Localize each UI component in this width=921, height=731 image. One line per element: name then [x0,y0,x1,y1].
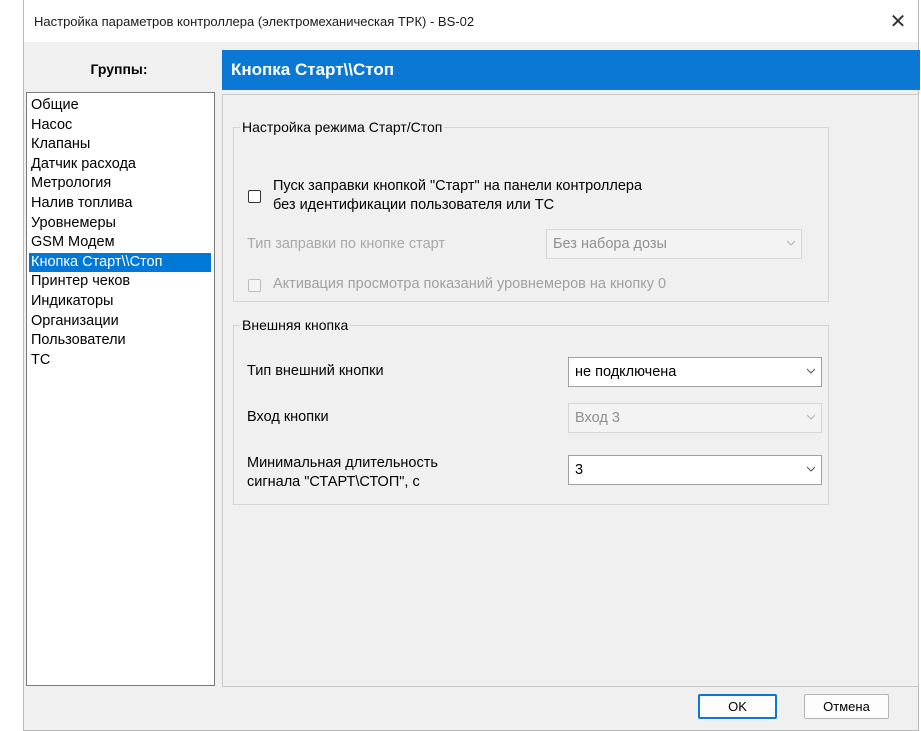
external-button-legend: Внешняя кнопка [242,317,349,333]
start-without-id-label: Пуск заправки кнопкой "Старт" на панели … [273,177,642,215]
button-input-label: Вход кнопки [247,409,329,425]
start-stop-mode-legend: Настройка режима Старт/Стоп [242,119,443,135]
fueling-type-value: Без набора дозы [553,236,667,252]
chevron-down-icon [807,466,815,472]
group-item-start-stop-button[interactable]: Кнопка Старт\\Стоп [29,252,211,273]
start-without-id-label-line1: Пуск заправки кнопкой "Старт" на панели … [273,178,643,194]
window-title: Настройка параметров контроллера (электр… [34,14,475,29]
group-item-general[interactable]: Общие [29,96,214,116]
group-item-pump[interactable]: Насос [29,116,214,136]
start-stop-mode-group: Настройка режима Старт/Стоп Пуск заправк… [233,119,829,302]
group-item-receipt-printer[interactable]: Принтер чеков [29,272,214,292]
button-type-label: Тип внешний кнопки [247,363,384,379]
min-duration-value: 3 [575,462,584,478]
group-item-valves[interactable]: Клапаны [29,135,214,155]
level-view-activation-label: Активация просмотра показаний уровнемеро… [273,276,667,292]
group-item-indicators[interactable]: Индикаторы [29,292,214,312]
chevron-down-icon [787,240,795,246]
button-type-select[interactable]: не подключена [568,357,822,387]
fueling-type-select[interactable]: Без набора дозы [546,229,802,259]
start-without-id-label-line2: без идентификации пользователя или ТС [273,197,555,213]
content-panel: Настройка режима Старт/Стоп Пуск заправк… [222,94,919,687]
min-duration-select[interactable]: 3 [568,455,822,485]
settings-dialog: Настройка параметров контроллера (электр… [23,0,920,731]
group-item-gsm-modem[interactable]: GSM Модем [29,233,214,253]
external-button-group: Внешняя кнопка Тип внешний кнопки не под… [233,317,829,505]
ok-button[interactable]: OK [698,694,777,719]
min-duration-label: Минимальная длительность сигнала "СТАРТ\… [247,454,438,492]
group-item-vehicles[interactable]: ТС [29,351,214,371]
chevron-down-icon [807,368,815,374]
groups-list[interactable]: Общие Насос Клапаны Датчик расхода Метро… [26,92,215,686]
min-duration-label-line2: сигнала "СТАРТ\СТОП", с [247,474,420,490]
close-icon: ✕ [889,10,907,33]
button-input-value: Вход 3 [575,410,620,426]
cancel-button[interactable]: Отмена [804,694,889,719]
groups-header: Группы: [90,60,148,77]
button-input-select[interactable]: Вход 3 [568,403,822,433]
fueling-type-label: Тип заправки по кнопке старт [247,236,446,252]
section-title: Кнопка Старт\\Стоп [222,50,920,90]
button-type-value: не подключена [575,364,677,380]
title-bar: Настройка параметров контроллера (электр… [24,0,918,42]
close-button[interactable]: ✕ [878,0,918,42]
group-item-organizations[interactable]: Организации [29,312,214,332]
start-without-id-checkbox[interactable] [248,190,261,203]
min-duration-label-line1: Минимальная длительность [247,455,438,471]
group-item-fuel-filling[interactable]: Налив топлива [29,194,214,214]
chevron-down-icon [807,414,815,420]
group-item-users[interactable]: Пользователи [29,331,214,351]
group-item-level-gauges[interactable]: Уровнемеры [29,214,214,234]
group-item-flow-sensor[interactable]: Датчик расхода [29,155,214,175]
group-item-metrology[interactable]: Метрология [29,174,214,194]
level-view-activation-checkbox[interactable] [248,279,261,292]
